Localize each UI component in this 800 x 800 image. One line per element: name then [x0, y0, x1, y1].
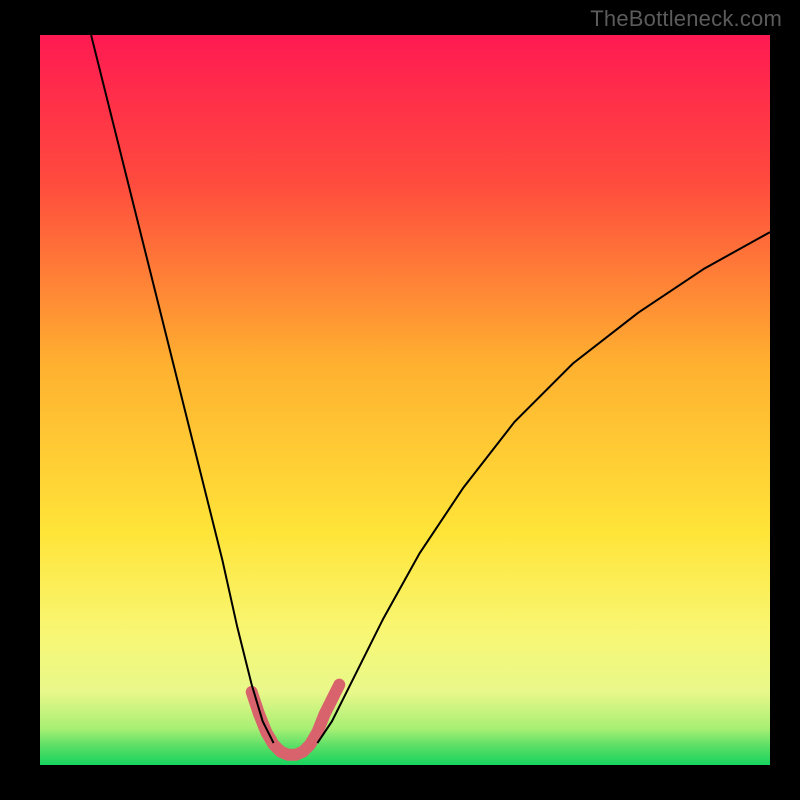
chart-frame: TheBottleneck.com: [0, 0, 800, 800]
plot-area: [40, 35, 770, 765]
curve-layer: [40, 35, 770, 765]
right-arm: [317, 232, 770, 743]
watermark-text: TheBottleneck.com: [590, 6, 782, 32]
left-arm: [91, 35, 274, 743]
trough-highlight: [252, 685, 340, 755]
